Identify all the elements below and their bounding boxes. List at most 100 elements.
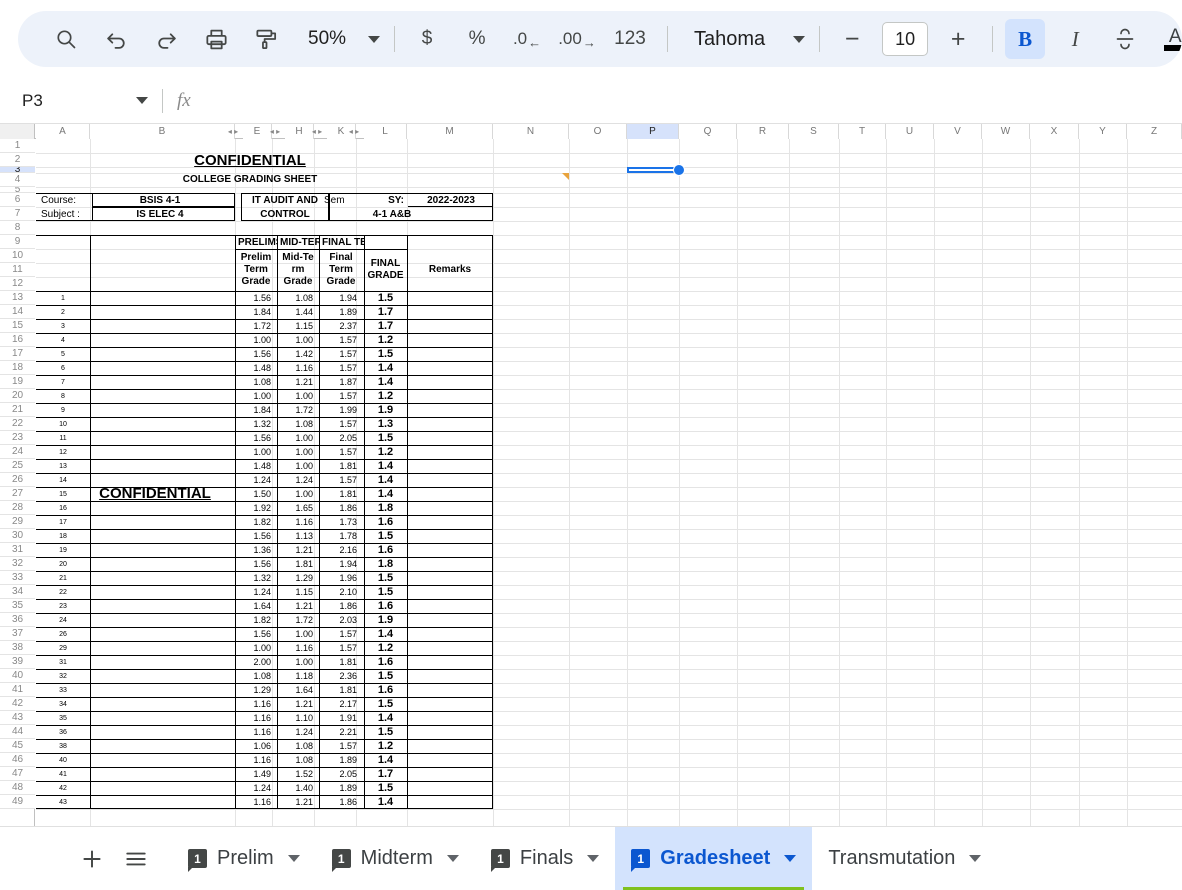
title-confidential[interactable]: CONFIDENTIAL: [90, 150, 410, 170]
row-header-14[interactable]: 14: [0, 305, 35, 319]
column-header-o[interactable]: O: [569, 124, 627, 139]
sheet-tab-finals[interactable]: 1 Finals: [475, 827, 615, 890]
decrease-font-size-button[interactable]: −: [832, 19, 872, 59]
print-icon[interactable]: [196, 19, 236, 59]
column-header-s[interactable]: S: [789, 124, 839, 139]
column-header-w[interactable]: W: [982, 124, 1030, 139]
zoom-selector[interactable]: 50%: [296, 19, 384, 59]
row-header-40[interactable]: 40: [0, 669, 35, 683]
row-header-6[interactable]: 6: [0, 193, 35, 207]
row-header-9[interactable]: 9: [0, 235, 35, 249]
hidden-columns-marker-2[interactable]: ◂ ▸: [266, 124, 284, 139]
row-header-39[interactable]: 39: [0, 655, 35, 669]
number-format-button[interactable]: 123: [607, 19, 653, 59]
column-header-q[interactable]: Q: [679, 124, 737, 139]
fill-handle[interactable]: [673, 164, 685, 176]
font-size-input[interactable]: [882, 22, 929, 56]
all-sheets-icon[interactable]: [114, 837, 158, 881]
row-header-16[interactable]: 16: [0, 333, 35, 347]
row-header-18[interactable]: 18: [0, 361, 35, 375]
row-header-23[interactable]: 23: [0, 431, 35, 445]
row-header-7[interactable]: 7: [0, 207, 35, 221]
row-header-27[interactable]: 27: [0, 487, 35, 501]
hidden-columns-marker-1[interactable]: ◂ ▸: [224, 124, 242, 139]
column-header-x[interactable]: X: [1030, 124, 1079, 139]
font-family-selector[interactable]: Tahoma: [680, 19, 811, 59]
strikethrough-icon[interactable]: [1105, 19, 1145, 59]
sheet-tab-gradesheet[interactable]: 1 Gradesheet: [615, 827, 813, 890]
increase-decimal-button[interactable]: .00 →: [557, 19, 597, 59]
row-header-33[interactable]: 33: [0, 571, 35, 585]
hidden-columns-marker-3[interactable]: ◂ ▸: [308, 124, 326, 139]
row-header-37[interactable]: 37: [0, 627, 35, 641]
undo-icon[interactable]: [96, 19, 136, 59]
row-header-20[interactable]: 20: [0, 389, 35, 403]
column-header-y[interactable]: Y: [1079, 124, 1127, 139]
row-header-41[interactable]: 41: [0, 683, 35, 697]
column-header-n[interactable]: N: [493, 124, 569, 139]
column-header-p[interactable]: P: [627, 124, 679, 139]
decrease-decimal-button[interactable]: .0 ←: [507, 19, 547, 59]
row-header-12[interactable]: 12: [0, 277, 35, 291]
row-header-36[interactable]: 36: [0, 613, 35, 627]
row-header-43[interactable]: 43: [0, 711, 35, 725]
search-icon[interactable]: [46, 19, 86, 59]
row-header-13[interactable]: 13: [0, 291, 35, 305]
row-header-46[interactable]: 46: [0, 753, 35, 767]
sheet-tab-prelim[interactable]: 1 Prelim: [172, 827, 316, 890]
percent-format-button[interactable]: %: [457, 19, 497, 59]
column-header-b[interactable]: B: [90, 124, 235, 139]
row-header-32[interactable]: 32: [0, 557, 35, 571]
row-header-21[interactable]: 21: [0, 403, 35, 417]
column-header-r[interactable]: R: [737, 124, 789, 139]
chevron-down-icon[interactable]: [784, 855, 797, 862]
column-header-v[interactable]: V: [934, 124, 982, 139]
subtitle-college-grading-sheet[interactable]: COLLEGE GRADING SHEET: [50, 172, 450, 186]
row-header-34[interactable]: 34: [0, 585, 35, 599]
row-header-38[interactable]: 38: [0, 641, 35, 655]
sheet-tab-midterm[interactable]: 1 Midterm: [316, 827, 475, 890]
column-header-z[interactable]: Z: [1127, 124, 1182, 139]
row-header-35[interactable]: 35: [0, 599, 35, 613]
row-header-29[interactable]: 29: [0, 515, 35, 529]
row-header-1[interactable]: 1: [0, 139, 35, 153]
row-header-30[interactable]: 30: [0, 529, 35, 543]
row-header-49[interactable]: 49: [0, 795, 35, 809]
column-header-m[interactable]: M: [407, 124, 493, 139]
row-header-25[interactable]: 25: [0, 459, 35, 473]
paint-format-icon[interactable]: [246, 19, 286, 59]
increase-font-size-button[interactable]: +: [938, 19, 978, 59]
row-header-44[interactable]: 44: [0, 725, 35, 739]
row-header-19[interactable]: 19: [0, 375, 35, 389]
chevron-down-icon[interactable]: [287, 855, 300, 862]
watermark-confidential[interactable]: CONFIDENTIAL: [55, 483, 255, 503]
row-header-11[interactable]: 11: [0, 263, 35, 277]
column-header-l[interactable]: L: [364, 124, 407, 139]
row-header-15[interactable]: 15: [0, 319, 35, 333]
row-header-42[interactable]: 42: [0, 697, 35, 711]
row-header-47[interactable]: 47: [0, 767, 35, 781]
row-header-28[interactable]: 28: [0, 501, 35, 515]
row-header-45[interactable]: 45: [0, 739, 35, 753]
column-header-t[interactable]: T: [839, 124, 886, 139]
row-header-24[interactable]: 24: [0, 445, 35, 459]
italic-button[interactable]: I: [1055, 19, 1095, 59]
note-indicator[interactable]: [562, 173, 569, 180]
row-header-4[interactable]: 4: [0, 173, 35, 187]
redo-icon[interactable]: [146, 19, 186, 59]
column-header-a[interactable]: A: [36, 124, 90, 139]
row-header-31[interactable]: 31: [0, 543, 35, 557]
chevron-down-icon[interactable]: [969, 855, 982, 862]
currency-format-button[interactable]: $: [407, 19, 447, 59]
name-box[interactable]: P3: [10, 86, 158, 116]
row-header-17[interactable]: 17: [0, 347, 35, 361]
hidden-columns-marker-4[interactable]: ◂ ▸: [345, 124, 363, 139]
row-header-2[interactable]: 2: [0, 153, 35, 167]
bold-button[interactable]: B: [1005, 19, 1046, 59]
sheet-tab-transmutation[interactable]: Transmutation: [812, 827, 997, 890]
chevron-down-icon[interactable]: [446, 855, 459, 862]
row-header-8[interactable]: 8: [0, 221, 35, 235]
row-header-26[interactable]: 26: [0, 473, 35, 487]
select-all-corner[interactable]: [0, 124, 35, 139]
row-header-22[interactable]: 22: [0, 417, 35, 431]
